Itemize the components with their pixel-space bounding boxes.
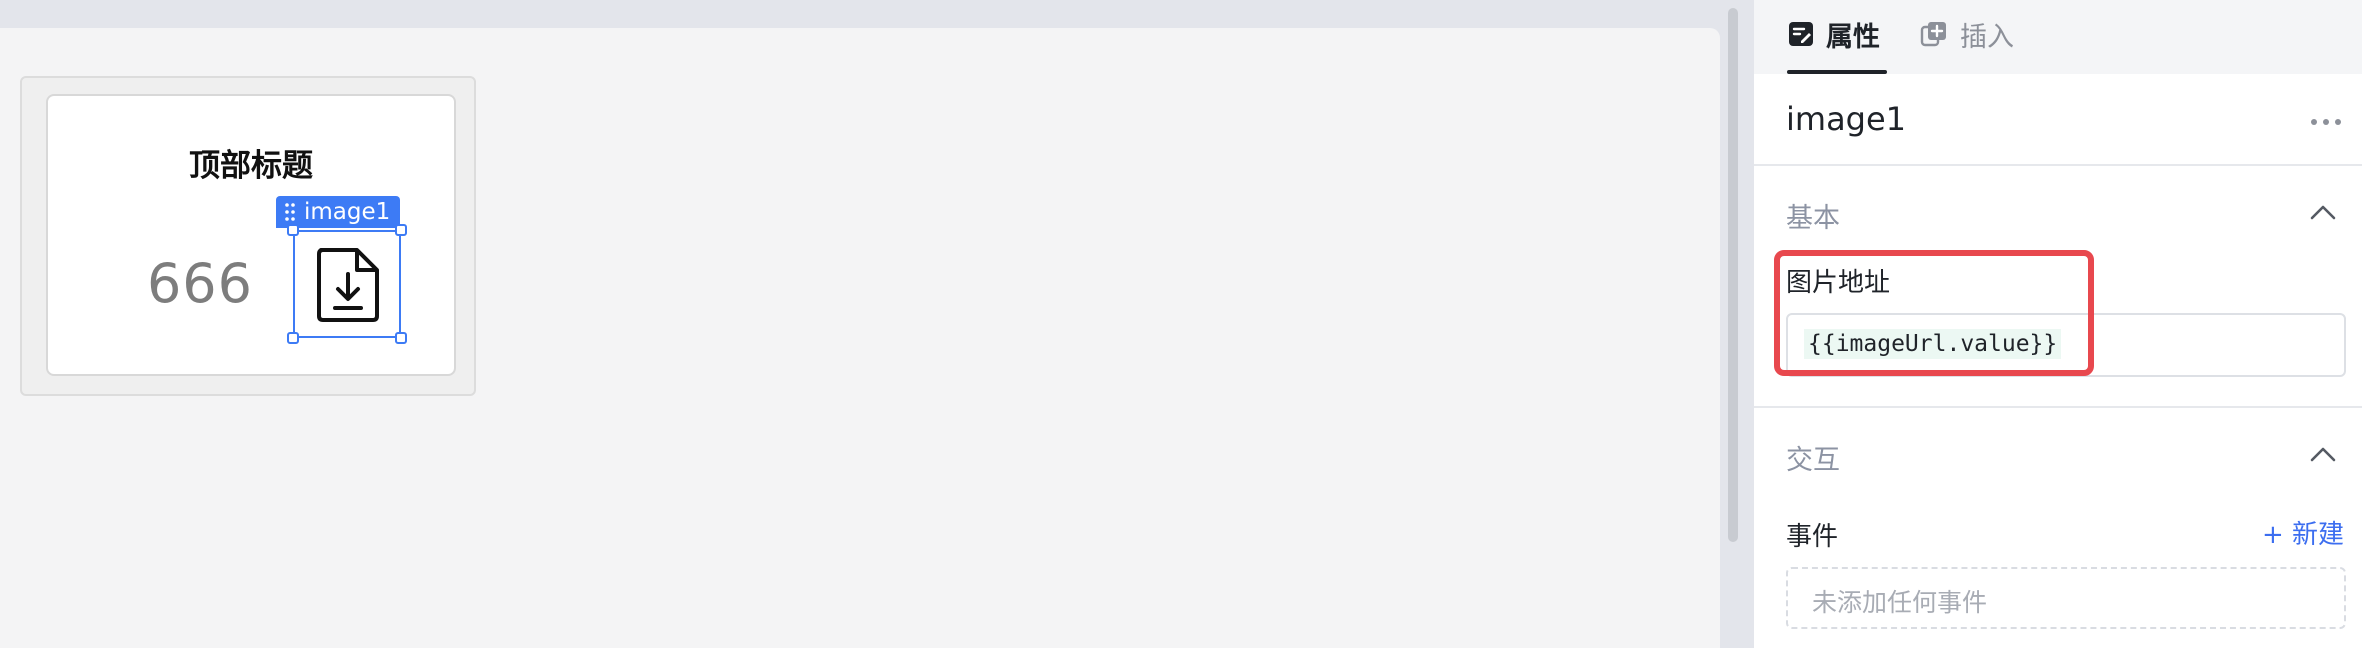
image-component[interactable] (287, 224, 407, 344)
component-name[interactable]: image1 (1786, 100, 1906, 138)
chevron-up-icon[interactable] (2310, 446, 2336, 462)
tab-properties[interactable]: 属性 (1788, 16, 1880, 53)
tab-properties-label: 属性 (1826, 21, 1880, 53)
active-tab-indicator (1787, 70, 1887, 74)
new-event-button[interactable]: + 新建 (2262, 514, 2344, 551)
events-empty-text: 未添加任何事件 (1812, 588, 1988, 617)
edit-props-icon (1789, 22, 1813, 46)
section-title-basic[interactable]: 基本 (1786, 196, 1840, 235)
section-title-interaction[interactable]: 交互 (1786, 438, 1840, 477)
resize-handle-bottom-right[interactable] (395, 332, 407, 344)
resize-handle-top-right[interactable] (395, 224, 407, 236)
card-title[interactable]: 顶部标题 (46, 140, 456, 185)
card-number-text[interactable]: 666 (130, 252, 270, 315)
events-empty-placeholder: 未添加任何事件 (1786, 567, 2346, 629)
annotation-highlight-box (1774, 250, 2094, 376)
panel-tab-bar: 属性 插入 (1754, 0, 2362, 74)
file-download-icon (317, 248, 379, 322)
resize-handle-bottom-left[interactable] (287, 332, 299, 344)
tab-insert-label: 插入 (1960, 21, 2014, 53)
selected-component-name: image1 (304, 199, 391, 225)
chevron-up-icon[interactable] (2310, 204, 2336, 220)
tab-insert[interactable]: 插入 (1920, 16, 2014, 53)
events-label: 事件 (1786, 522, 1839, 552)
canvas-scrollbar[interactable] (1728, 8, 1738, 542)
divider (1754, 406, 2362, 408)
add-layer-icon (1920, 22, 1946, 47)
drag-handle-icon[interactable] (284, 202, 296, 222)
more-icon[interactable] (2310, 118, 2342, 126)
divider (1754, 164, 2362, 166)
resize-handle-top-left[interactable] (287, 224, 299, 236)
